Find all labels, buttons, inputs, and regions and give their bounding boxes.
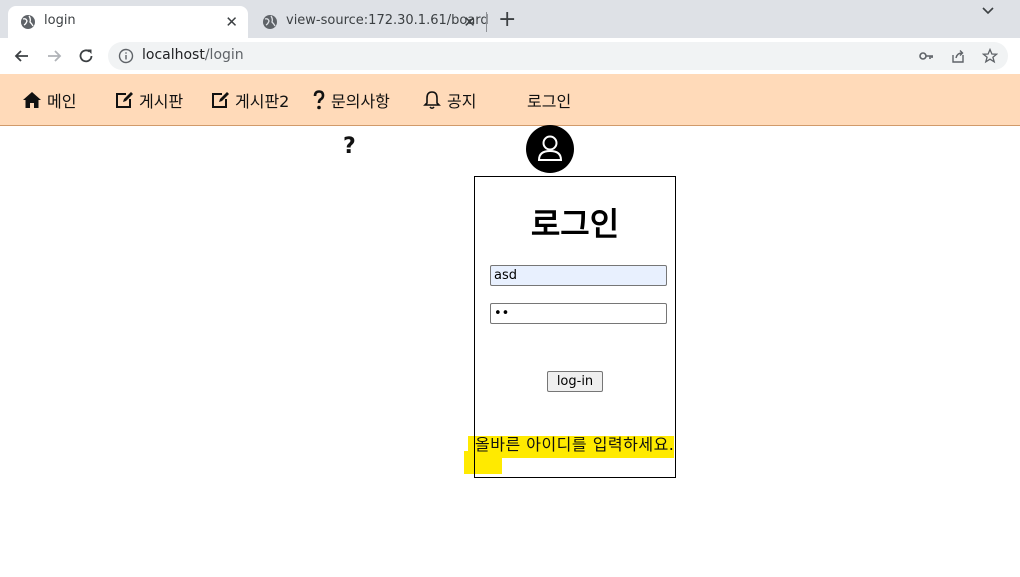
info-icon[interactable] [118,48,134,64]
user-icon [537,135,563,161]
reload-icon[interactable] [76,46,96,66]
browser-tabstrip: login ✕ view-source:172.30.1.61/board ✕ … [0,0,1020,38]
nav-item-label: 메인 [47,92,77,111]
globe-icon [263,15,277,29]
chevron-down-icon[interactable] [978,2,998,20]
globe-icon [21,15,35,29]
tab-title: view-source:172.30.1.61/board [286,13,489,28]
nav-item-login[interactable]: 로그인 [527,88,571,112]
url-text: localhost/login [142,47,244,63]
browser-tab-login[interactable]: login ✕ [8,6,248,38]
login-button[interactable]: log-in [547,371,603,392]
star-icon[interactable] [982,48,998,64]
new-tab-button[interactable]: + [498,8,516,32]
browser-toolbar: localhost/login [0,38,1020,74]
back-arrow-icon[interactable] [12,46,32,66]
nav-item-label: 로그인 [527,92,572,111]
login-title: 로그인 [530,205,620,243]
avatar [526,125,574,173]
url-host: localhost [142,47,205,63]
nav-item-label: 공지 [447,92,477,111]
nav-item-label: 문의사항 [331,92,390,111]
bell-icon [423,91,441,110]
question-icon [313,90,325,110]
edit-icon [212,92,229,108]
nav-item-main[interactable]: 메인 [22,88,76,112]
site-navbar: 메인 게시판 게시판2 문의사항 공지 로그인 [0,74,1020,126]
key-icon[interactable] [918,48,934,64]
login-form: 로그인 log-in 올바른 아이디를 입력하세요. [474,176,676,478]
nav-item-board2[interactable]: 게시판2 [210,88,289,112]
address-bar[interactable]: localhost/login [108,42,1008,70]
browser-tab-view-source[interactable]: view-source:172.30.1.61/board ✕ [250,6,489,38]
nav-item-label: 게시판 [139,92,184,111]
edit-icon [116,92,133,108]
nav-item-board[interactable]: 게시판 [114,88,183,112]
nav-item-notice[interactable]: 공지 [422,88,476,112]
username-input[interactable] [490,265,667,286]
url-path: /login [204,47,244,63]
share-icon[interactable] [950,48,966,64]
nav-item-label: 게시판2 [235,92,290,111]
close-icon[interactable]: ✕ [463,13,476,31]
tab-title: login [44,13,76,28]
nav-item-inquiry[interactable]: 문의사항 [312,88,390,112]
error-message: 올바른 아이디를 입력하세요. [475,435,675,454]
password-input[interactable] [490,303,667,324]
home-icon [23,92,41,108]
forward-arrow-icon[interactable] [44,46,64,66]
tab-separator [486,12,487,32]
close-icon[interactable]: ✕ [225,13,238,31]
question-mark-text: ? [343,134,356,159]
